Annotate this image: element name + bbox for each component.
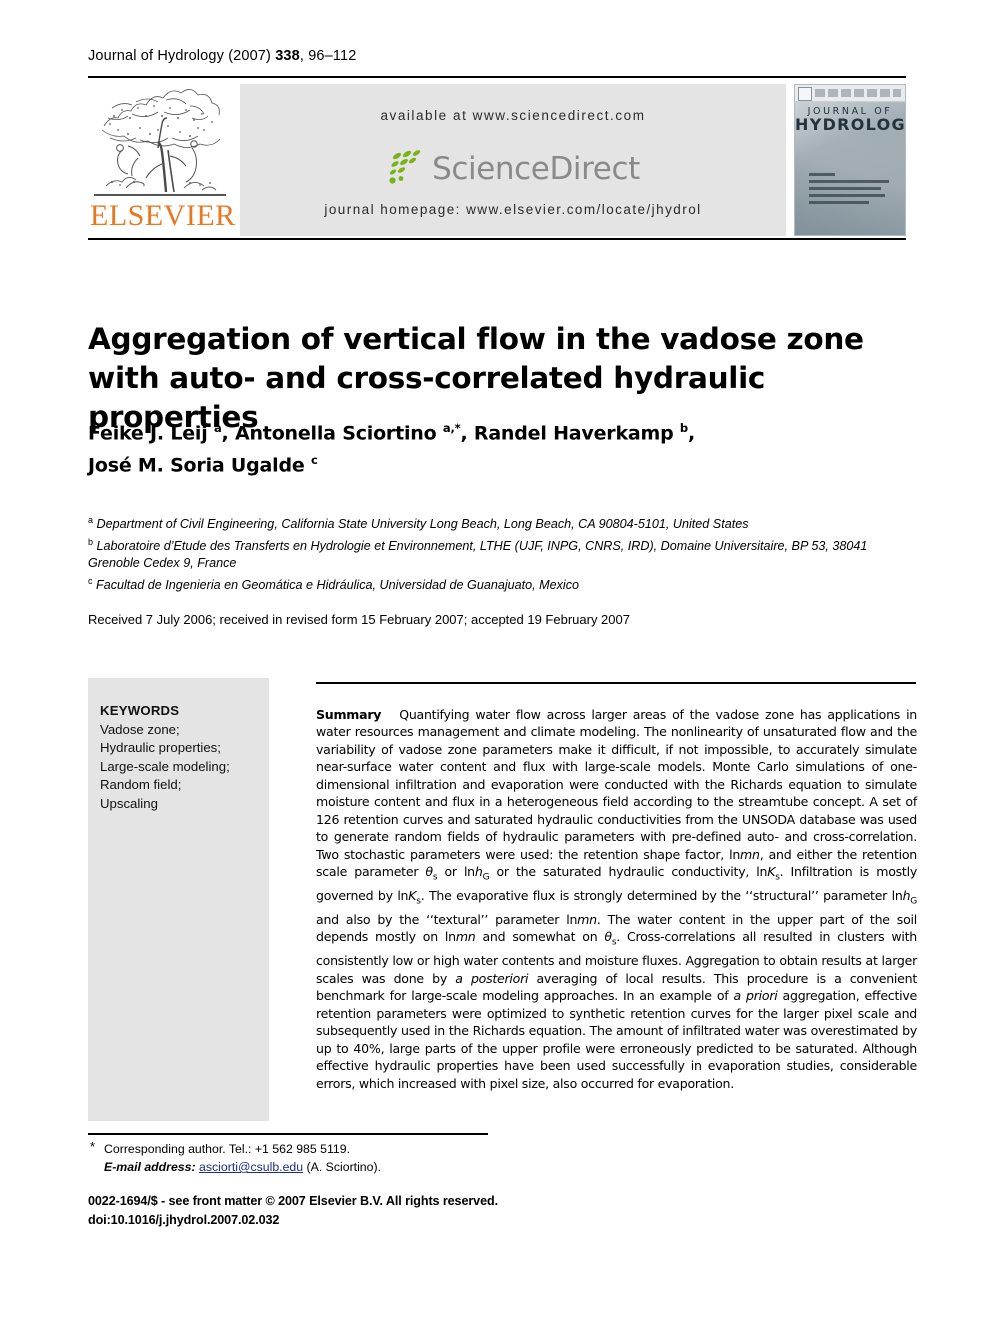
cover-top-bar <box>795 85 905 102</box>
elsevier-logo-baseline <box>94 194 226 196</box>
available-at-text: available at www.sciencedirect.com <box>380 108 646 123</box>
symbol-h-2-sub: G <box>910 896 917 907</box>
symbol-theta-2: θ <box>604 929 612 945</box>
italic-a-priori: a priori <box>733 988 778 1004</box>
corresponding-author-note: * Corresponding author. Tel.: +1 562 985… <box>88 1139 688 1158</box>
abstract-text-6: . The evaporative flux is strongly deter… <box>420 888 903 904</box>
affiliation-a-text: Department of Civil Engineering, Califor… <box>96 517 749 532</box>
email-note: E-mail address: asciorti@csulb.edu (A. S… <box>88 1158 688 1176</box>
affiliation-b-text: Laboratoire d’Etude des Transferts en Hy… <box>88 538 868 571</box>
symbol-mn-3: mn <box>455 929 476 945</box>
cover-elsevier-mark-icon <box>798 87 812 101</box>
affiliation-c-text: Facultad de Ingenieria en Geomática e Hi… <box>96 578 580 593</box>
keyword-item: Random field; <box>100 777 182 792</box>
running-head: Journal of Hydrology (2007) 338, 96–112 <box>88 48 356 64</box>
sciencedirect-leaves-icon <box>389 150 421 184</box>
author-1: Feike J. Leij <box>88 422 214 445</box>
author-sep-3: , <box>687 422 695 445</box>
abstract-text-12: aggregation, effective retention paramet… <box>316 988 917 1091</box>
footnote-rule <box>88 1133 488 1135</box>
keywords-heading: KEYWORDS <box>100 703 180 718</box>
author-sep-1: , Antonella Sciortino <box>221 422 443 445</box>
author-2-affil-marker: a,* <box>442 421 461 435</box>
author-3-affil-marker: b <box>679 421 688 435</box>
cover-title: JOURNAL OF HYDROLOGY <box>795 107 905 134</box>
title-line-1: Aggregation of vertical flow in the vado… <box>88 321 864 356</box>
symbol-theta-1: θ <box>425 864 433 880</box>
masthead: ELSEVIER available at www.sciencedirect.… <box>88 84 906 236</box>
email-owner: (A. Sciortino). <box>306 1160 381 1174</box>
sciencedirect-wordmark: ScienceDirect <box>432 151 640 187</box>
running-head-pages: , 96–112 <box>299 48 357 64</box>
elsevier-tree-icon <box>92 86 230 198</box>
affiliation-c-marker: c <box>88 575 93 586</box>
journal-cover-thumbnail: JOURNAL OF HYDROLOGY <box>794 84 906 236</box>
keyword-item: Upscaling <box>100 795 158 811</box>
email-link[interactable]: asciorti@csulb.edu <box>199 1160 303 1174</box>
keyword-item: Hydraulic properties; <box>100 740 221 755</box>
symbol-mn-1: mn <box>740 846 760 862</box>
doi-line: doi:10.1016/j.jhydrol.2007.02.032 <box>88 1213 280 1227</box>
italic-a-posteriori: a posteriori <box>455 970 529 986</box>
header-rule-bottom <box>88 238 906 240</box>
abstract-text-4: or the saturated hydraulic conductivity,… <box>489 864 768 880</box>
abstract-text-3: or ln <box>437 864 475 880</box>
cover-editor-microtext <box>809 173 893 208</box>
abstract-rule-top <box>316 682 916 684</box>
keyword-item: Large-scale modeling; <box>100 758 230 774</box>
keywords-box: KEYWORDS Vadose zone; Hydraulic properti… <box>88 678 269 1121</box>
article-first-page: Journal of Hydrology (2007) 338, 96–112 <box>0 0 992 1323</box>
corresponding-author-text: Corresponding author. Tel.: +1 562 985 5… <box>104 1142 351 1156</box>
header-rule-top <box>88 76 906 78</box>
author-sep-2: , Randel Haverkamp <box>460 422 680 445</box>
affiliation-a: a Department of Civil Engineering, Calif… <box>88 512 920 534</box>
running-head-volume: 338 <box>275 48 300 64</box>
affiliations: a Department of Civil Engineering, Calif… <box>88 512 920 595</box>
journal-homepage-text: journal homepage: www.elsevier.com/locat… <box>324 202 702 217</box>
colophon: 0022-1694/$ - see front matter © 2007 El… <box>88 1192 688 1230</box>
affiliation-a-marker: a <box>88 515 94 525</box>
running-head-journal: Journal of Hydrology <box>88 48 224 64</box>
issn-copyright-line: 0022-1694/$ - see front matter © 2007 El… <box>88 1194 498 1208</box>
elsevier-logo: ELSEVIER <box>88 84 236 236</box>
article-history: Received 7 July 2006; received in revise… <box>88 612 630 627</box>
abstract-label: Summary <box>316 707 382 722</box>
keyword-item: Vadose zone; <box>100 721 180 737</box>
email-label: E-mail address: <box>104 1160 196 1174</box>
abstract-text-1: Quantifying water flow across larger are… <box>316 707 918 862</box>
affiliation-b: b Laboratoire d’Etude des Transferts en … <box>88 534 920 573</box>
affiliation-b-marker: b <box>88 536 94 547</box>
footnotes: * Corresponding author. Tel.: +1 562 985… <box>88 1139 688 1176</box>
abstract: Summary Quantifying water flow across la… <box>316 706 917 1092</box>
author-4: José M. Soria Ugalde <box>88 454 311 477</box>
running-head-year: (2007) <box>228 48 272 64</box>
symbol-mn-2: mn <box>577 911 597 927</box>
sciencedirect-logo: ScienceDirect <box>240 146 786 192</box>
affiliation-c: c Facultad de Ingenieria en Geomática e … <box>88 573 920 595</box>
sciencedirect-band: available at www.sciencedirect.com Scien… <box>240 84 786 236</box>
corresponding-author-marker: * <box>90 1139 96 1154</box>
cover-title-line2: HYDROLOGY <box>795 114 906 134</box>
elsevier-wordmark: ELSEVIER <box>90 199 236 232</box>
author-list: Feike J. Leij a, Antonella Sciortino a,*… <box>88 415 918 480</box>
abstract-text-9: and somewhat on <box>475 929 605 945</box>
keywords-content: KEYWORDS Vadose zone; Hydraulic properti… <box>100 702 265 813</box>
author-1-affil-marker: a <box>213 421 222 435</box>
cover-masthead-microtext <box>815 89 901 97</box>
abstract-text-7: and also by the ‘‘textural’’ parameter l… <box>316 911 578 927</box>
author-4-affil-marker: c <box>311 453 318 468</box>
symbol-k-1: K <box>767 864 776 880</box>
symbol-h-1: h <box>474 864 483 880</box>
